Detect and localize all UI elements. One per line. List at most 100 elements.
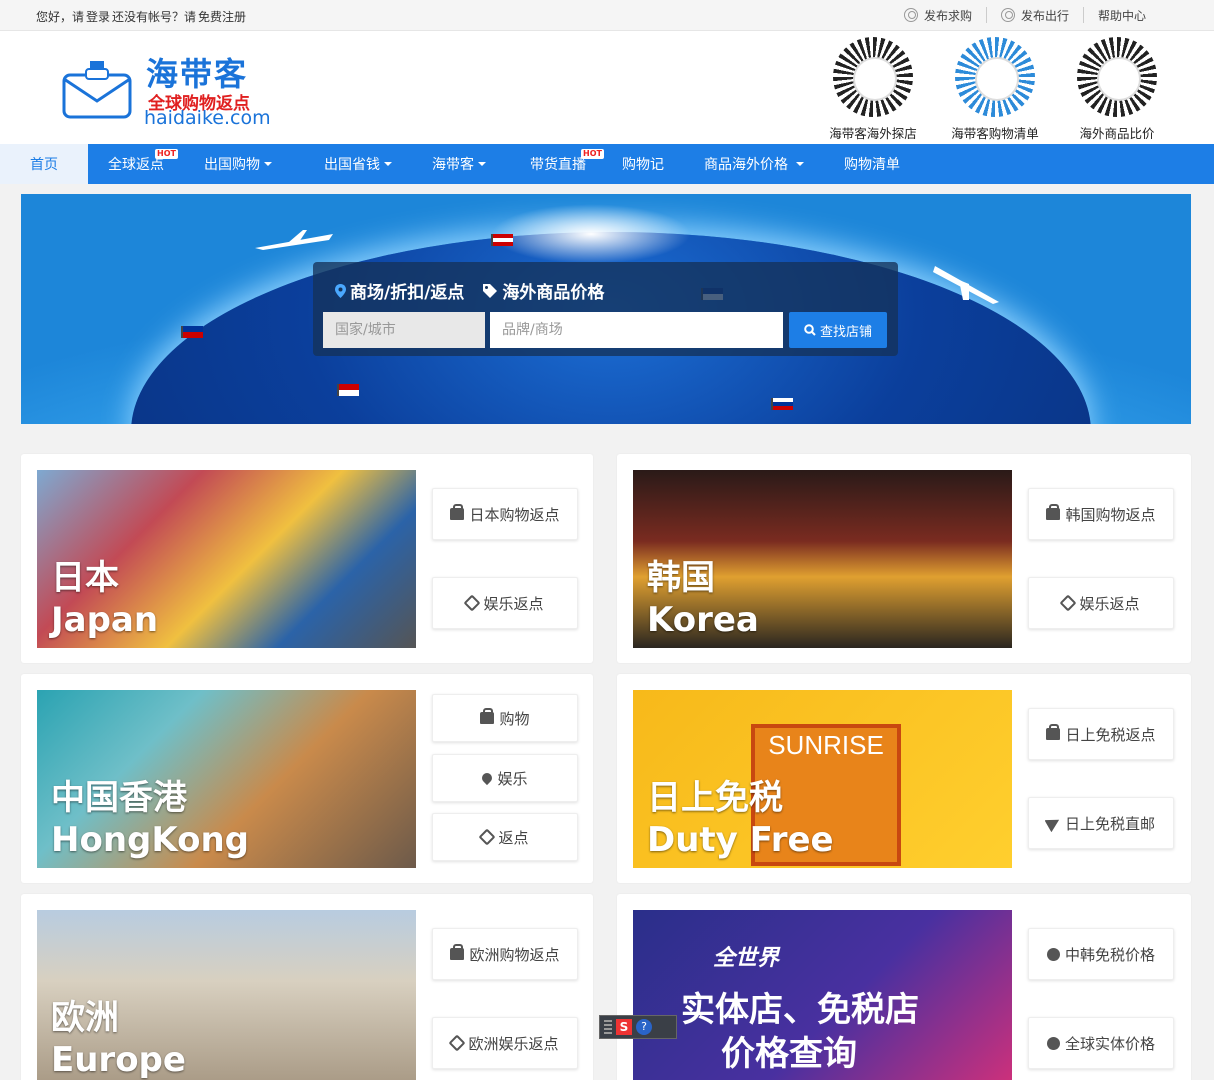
nav-haidaike[interactable]: 海带客	[412, 144, 506, 184]
top-right-links: 发布求购 发布出行 帮助中心	[890, 6, 1160, 24]
card-world-price: 全世界 实体店、免税店 价格查询 中韩免税价格 全球实体价格	[617, 894, 1191, 1080]
shopping-bag-icon	[450, 504, 465, 520]
qr-code-icon	[833, 37, 913, 117]
qr-overseas-store[interactable]: 海带客海外探店	[826, 37, 920, 142]
china-korea-dutyfree-price-button[interactable]: 中韩免税价格	[1028, 928, 1174, 980]
korea-entertainment-rebate-button[interactable]: 娱乐返点	[1028, 577, 1174, 629]
register-link[interactable]: 免费注册	[198, 8, 246, 25]
hongkong-image[interactable]: 中国香港 HongKong	[37, 690, 416, 868]
post-request-link[interactable]: 发布求购	[890, 6, 986, 24]
nav-label: 首页	[30, 157, 58, 173]
greeting-text: 您好，请	[36, 10, 85, 24]
shopping-bag-icon	[1046, 724, 1061, 740]
nav-label: 海带客	[432, 157, 474, 173]
search-icon	[804, 324, 816, 336]
card-duty-free: SUNRISE 日上免税 Duty Free 日上免税返点 日上免税直邮	[617, 674, 1191, 883]
duty-free-rebate-button[interactable]: 日上免税返点	[1028, 708, 1174, 760]
region-cn: 日本	[51, 558, 119, 598]
world-price-image[interactable]: 全世界 实体店、免税店 价格查询	[633, 910, 1012, 1080]
tag-icon	[463, 594, 481, 612]
tag-icon	[448, 1034, 466, 1052]
login-link[interactable]: 登录	[86, 8, 110, 25]
card-europe: 欧洲 Europe 欧洲购物返点 欧洲娱乐返点	[21, 894, 593, 1080]
find-store-label: 查找店铺	[819, 324, 872, 340]
europe-entertainment-rebate-button[interactable]: 欧洲娱乐返点	[432, 1017, 578, 1069]
duty-free-image[interactable]: SUNRISE 日上免税 Duty Free	[633, 690, 1012, 868]
hk-shopping-button[interactable]: 购物	[432, 694, 578, 742]
site-logo[interactable]: 海带客 全球购物返点 haidaike.com	[62, 47, 271, 129]
qr-price-compare[interactable]: 海外商品比价	[1070, 37, 1164, 142]
city-input[interactable]	[323, 312, 485, 348]
ime-toolbar[interactable]: S ?	[599, 1015, 677, 1039]
button-label: 日上免税直邮	[1064, 814, 1155, 833]
button-label: 欧洲娱乐返点	[468, 1034, 559, 1053]
japan-entertainment-rebate-button[interactable]: 娱乐返点	[432, 577, 578, 629]
japan-shopping-rebate-button[interactable]: 日本购物返点	[432, 488, 578, 540]
region-cn: 欧洲	[51, 998, 119, 1038]
tab-overseas-price[interactable]: 海外商品价格	[482, 278, 604, 303]
hk-entertainment-button[interactable]: 娱乐	[432, 754, 578, 802]
shopping-bag-logo-icon	[62, 61, 132, 119]
globe-icon	[1046, 947, 1060, 961]
flag-icon	[771, 398, 793, 410]
user-icon	[903, 8, 918, 22]
korea-image[interactable]: 韩国 Korea	[633, 470, 1012, 648]
europe-image[interactable]: 欧洲 Europe	[37, 910, 416, 1080]
nav-label: 商品海外价格	[704, 157, 788, 173]
duty-free-direct-mail-button[interactable]: 日上免税直邮	[1028, 797, 1174, 849]
caret-down-icon	[264, 162, 272, 166]
japan-image[interactable]: 日本 Japan	[37, 470, 416, 648]
region-cn: 日上免税	[647, 778, 783, 818]
qr-shopping-list[interactable]: 海带客购物清单	[948, 37, 1042, 142]
nav-live-selling[interactable]: 带货直播 HOT	[506, 144, 610, 184]
world-title: 全世界	[713, 946, 780, 971]
nav-save-money[interactable]: 出国省钱	[292, 144, 412, 184]
help-icon: ?	[636, 1019, 652, 1035]
post-request-label: 发布求购	[923, 8, 972, 23]
user-icon	[1000, 8, 1015, 22]
grip-icon	[604, 1020, 612, 1034]
airplane-icon	[933, 266, 999, 304]
nav-label: 购物记	[622, 157, 664, 173]
find-store-button[interactable]: 查找店铺	[789, 312, 887, 348]
nav-overseas-shopping[interactable]: 出国购物	[184, 144, 292, 184]
tab-mall-rebate[interactable]: 商场/折扣/返点	[335, 278, 464, 303]
nav-shopping-list[interactable]: 购物清单	[824, 144, 920, 184]
sun-glow	[491, 204, 691, 264]
caret-down-icon	[384, 162, 392, 166]
brand-input[interactable]	[490, 312, 783, 348]
tab-label: 海外商品价格	[502, 283, 605, 303]
tag-icon	[478, 828, 496, 846]
world-line1: 实体店、免税店	[681, 990, 919, 1030]
nav-overseas-price[interactable]: 商品海外价格	[684, 144, 824, 184]
tag-icon	[483, 283, 498, 298]
europe-shopping-rebate-button[interactable]: 欧洲购物返点	[432, 928, 578, 980]
nav-label: 带货直播	[530, 157, 586, 173]
button-label: 日本购物返点	[469, 505, 560, 524]
qr-code-group: 海带客海外探店 海带客购物清单 海外商品比价	[826, 37, 1164, 142]
region-en: Japan	[51, 600, 159, 640]
map-pin-icon	[480, 770, 495, 786]
global-store-price-button[interactable]: 全球实体价格	[1028, 1017, 1174, 1069]
button-label: 韩国购物返点	[1065, 505, 1156, 524]
help-center-label: 帮助中心	[1097, 8, 1146, 23]
hk-rebate-button[interactable]: 返点	[432, 813, 578, 861]
site-header: 海带客 全球购物返点 haidaike.com 海带客海外探店 海带客购物清单 …	[0, 31, 1214, 144]
qr-code-icon	[955, 37, 1035, 117]
korea-shopping-rebate-button[interactable]: 韩国购物返点	[1028, 488, 1174, 540]
nav-global-rebate[interactable]: 全球返点 HOT	[88, 144, 184, 184]
shopping-bag-icon	[480, 708, 495, 724]
region-en: Europe	[51, 1040, 186, 1080]
caret-down-icon	[478, 162, 486, 166]
button-label: 日上免税返点	[1065, 725, 1156, 744]
nav-home[interactable]: 首页	[0, 144, 88, 184]
help-center-link[interactable]: 帮助中心	[1084, 6, 1160, 24]
search-tabs: 商场/折扣/返点 海外商品价格	[335, 278, 604, 303]
globe-icon	[1046, 1036, 1060, 1050]
qr-label: 海带客购物清单	[951, 126, 1039, 141]
qr-label: 海带客海外探店	[829, 126, 917, 141]
flag-icon	[491, 234, 513, 246]
region-en: Korea	[647, 600, 759, 640]
nav-shopping-notes[interactable]: 购物记	[610, 144, 684, 184]
post-trip-link[interactable]: 发布出行	[987, 6, 1083, 24]
